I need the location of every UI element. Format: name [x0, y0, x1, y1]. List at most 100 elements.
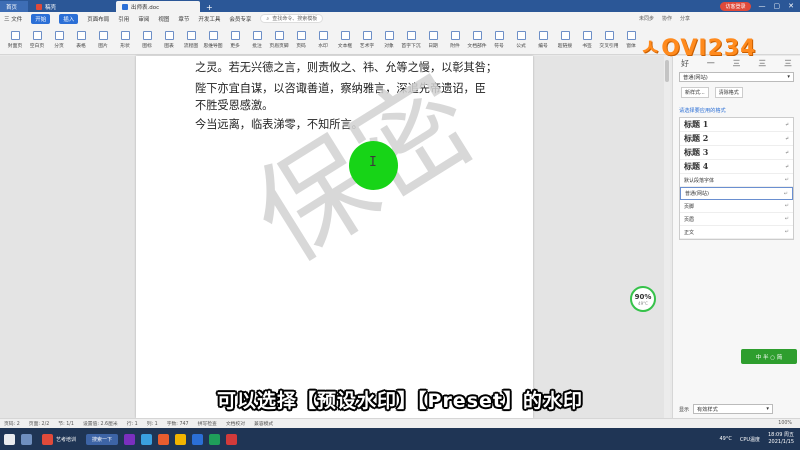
style-item[interactable]: 普通(网站) ↵	[680, 187, 793, 200]
ribbon-button-22[interactable]: 符号	[488, 30, 510, 49]
ribbon-button-7[interactable]: 图表	[158, 30, 180, 49]
ribbon-button-23[interactable]: 公式	[510, 30, 532, 49]
ribbon-button-25[interactable]: 超链接	[554, 30, 576, 49]
taskbar-search-button[interactable]: 搜索一下	[86, 433, 119, 445]
text-cursor-icon: I	[369, 155, 377, 170]
status-item[interactable]: 节: 1/1	[58, 420, 74, 427]
ribbon-button-27[interactable]: 交叉引用	[598, 30, 620, 49]
photoshop-icon[interactable]	[141, 433, 153, 445]
powerpoint-icon[interactable]	[158, 433, 170, 445]
status-item[interactable]: 拼写检查	[198, 420, 217, 427]
style-item[interactable]: 标题 2 ↵	[680, 132, 793, 146]
pane-align-1[interactable]: 三	[733, 58, 741, 69]
folder-icon[interactable]	[175, 433, 187, 445]
menu-tab-start[interactable]: 开始	[31, 13, 51, 24]
status-item[interactable]: 行: 1	[127, 420, 138, 427]
menu-tab-review[interactable]: 审阅	[138, 15, 149, 23]
menu-tab-developer[interactable]: 开发工具	[198, 15, 220, 23]
status-item[interactable]: 页面: 2/2	[29, 420, 49, 427]
windows-start-icon[interactable]	[4, 433, 15, 445]
ribbon-button-19[interactable]: 日期	[422, 30, 444, 49]
close-icon[interactable]: ✕	[788, 2, 794, 10]
ribbon-button-24[interactable]: 编号	[532, 30, 554, 49]
search-icon[interactable]	[21, 433, 32, 445]
ribbon-button-15[interactable]: 文本框	[334, 30, 356, 49]
excel-icon[interactable]	[209, 433, 221, 445]
style-item[interactable]: 正文 ↵	[680, 226, 793, 239]
ribbon-button-0[interactable]: 封面页	[4, 30, 26, 49]
wps-icon[interactable]	[226, 433, 238, 445]
menu-tab-member[interactable]: 会员专享	[229, 15, 251, 23]
scrollbar-thumb[interactable]	[665, 60, 669, 82]
ribbon-button-20[interactable]: 附件	[444, 30, 466, 49]
ribbon-button-12[interactable]: 页眉页脚	[268, 30, 290, 49]
collaborate-button[interactable]: 协作	[662, 15, 672, 22]
style-item[interactable]: 默认段落字体 ↵	[680, 174, 793, 187]
tab-draft[interactable]: 稿壳	[30, 1, 114, 12]
vertical-scrollbar[interactable]	[664, 56, 670, 418]
draft-app-icon	[36, 3, 42, 10]
pane-align-3[interactable]: 三	[784, 58, 792, 69]
ribbon-button-3[interactable]: 表格	[70, 30, 92, 49]
style-item[interactable]: 页眉 ↵	[680, 213, 793, 226]
tab-home[interactable]: 首页	[0, 1, 28, 12]
sync-status[interactable]: 未同步	[639, 15, 654, 22]
status-item[interactable]: 设置值: 2.6厘米	[83, 420, 118, 427]
ribbon-button-14[interactable]: 水印	[312, 30, 334, 49]
ribbon-button-2[interactable]: 分页	[48, 30, 70, 49]
input-method-badge[interactable]: 中 半 ○ 简	[741, 349, 797, 364]
clear-format-button[interactable]: 清除格式	[714, 87, 743, 98]
taskbar-app-training[interactable]: 艺考培训	[38, 431, 80, 447]
pane-good-style[interactable]: 好	[681, 58, 689, 69]
word-icon[interactable]	[192, 433, 204, 445]
style-item[interactable]: 标题 4 ↵	[680, 160, 793, 174]
menu-tab-layout[interactable]: 页面布局	[87, 15, 109, 23]
maximize-icon[interactable]: ▢	[774, 2, 781, 10]
new-tab-button[interactable]: +	[206, 3, 213, 12]
new-style-button[interactable]: 新样式...	[681, 87, 709, 98]
status-item[interactable]: 页码: 2	[4, 420, 20, 427]
premiere-icon[interactable]	[124, 433, 136, 445]
share-button[interactable]: 分享	[680, 15, 690, 22]
status-item[interactable]: 文档校对	[226, 420, 245, 427]
tab-strip: 首页 稿壳 出师表.doc + 访客登录 — ▢ ✕	[0, 0, 800, 12]
ribbon-tool-icon	[120, 30, 130, 40]
ribbon-button-9[interactable]: 思维导图	[202, 30, 224, 49]
ribbon-button-16[interactable]: 艺术字	[356, 30, 378, 49]
current-style-select[interactable]: 普通(网站) ▾	[679, 72, 794, 82]
style-item[interactable]: 标题 1 ↵	[680, 118, 793, 132]
ribbon-button-21[interactable]: 文档部件	[466, 30, 488, 49]
menu-tab-references[interactable]: 引用	[118, 15, 129, 23]
status-item[interactable]: 字数: 747	[167, 420, 189, 427]
style-item[interactable]: 标题 3 ↵	[680, 146, 793, 160]
ribbon-button-8[interactable]: 流程图	[180, 30, 202, 49]
pane-minus[interactable]: 一	[707, 58, 715, 69]
menu-tab-view[interactable]: 视图	[158, 15, 169, 23]
system-clock[interactable]: 18:09 周五 2021/1/15	[768, 432, 794, 446]
menu-tab-insert[interactable]: 插入	[59, 13, 79, 24]
ribbon-button-10[interactable]: 更多	[224, 30, 246, 49]
ribbon-button-4[interactable]: 图片	[92, 30, 114, 49]
login-button[interactable]: 访客登录	[720, 1, 751, 11]
ribbon-button-1[interactable]: 空白页	[26, 30, 48, 49]
ribbon-button-11[interactable]: 批注	[246, 30, 268, 49]
command-search[interactable]: ⌕ 查找命令、搜索模板	[260, 14, 324, 23]
ribbon-button-6[interactable]: 图标	[136, 30, 158, 49]
style-item[interactable]: 页脚 ↵	[680, 200, 793, 213]
ribbon-button-13[interactable]: 页码	[290, 30, 312, 49]
performance-gauge[interactable]: 90% 49°C	[630, 286, 656, 312]
ribbon-button-26[interactable]: 书签	[576, 30, 598, 49]
tab-document[interactable]: 出师表.doc	[116, 1, 200, 12]
status-item[interactable]: 列: 1	[147, 420, 158, 427]
file-menu[interactable]: 三 文件	[4, 15, 22, 23]
pane-align-2[interactable]: 三	[758, 58, 766, 69]
ribbon-button-5[interactable]: 形状	[114, 30, 136, 49]
status-item[interactable]: 兼容模式	[254, 420, 273, 427]
zoom-level[interactable]: 100%	[778, 421, 800, 426]
minimize-icon[interactable]: —	[759, 2, 766, 10]
document-page[interactable]: 之灵。若无兴德之言，则责攸之、祎、允等之慢，以彰其咎； 陛下亦宜自谋，以咨诹善道…	[136, 52, 533, 418]
ribbon-button-label: 窗体	[626, 43, 636, 49]
menu-tab-chapter[interactable]: 章节	[178, 15, 189, 23]
ribbon-button-28[interactable]: 窗体	[620, 30, 642, 49]
menu-bar: 三 文件 开始 插入 页面布局 引用 审阅 视图 章节 开发工具 会员专享 ⌕ …	[0, 12, 800, 25]
